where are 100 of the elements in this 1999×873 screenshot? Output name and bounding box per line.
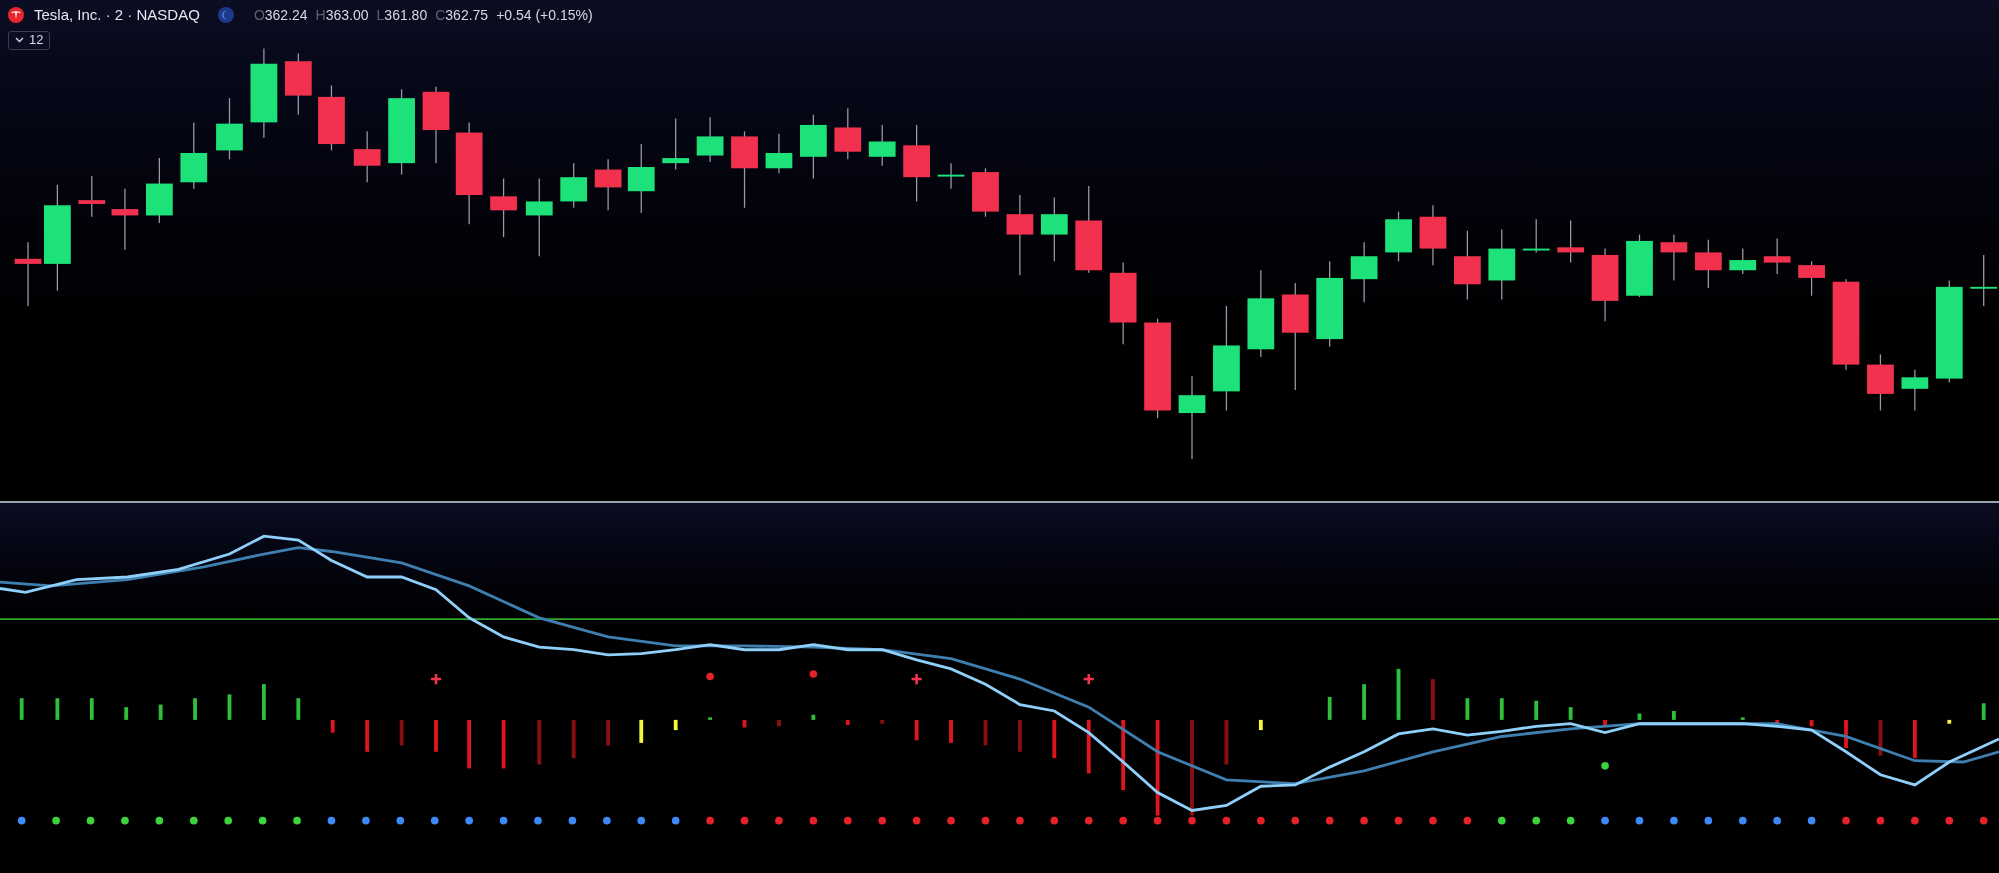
symbol-title: Tesla, Inc. · 2 · NASDAQ	[34, 5, 200, 25]
histogram-bar	[571, 719, 576, 759]
histogram-bar	[1018, 719, 1022, 752]
candlestick	[972, 167, 999, 218]
signal-dot	[121, 816, 129, 825]
signal-dot	[1119, 816, 1127, 825]
signal-dot	[499, 816, 508, 825]
signal-dot	[1257, 816, 1265, 825]
histogram-bar	[330, 719, 335, 733]
histogram-bar	[914, 719, 919, 741]
candlestick	[800, 114, 827, 180]
moon-icon[interactable]	[217, 7, 234, 24]
signal-dot	[1601, 816, 1609, 825]
candlestick	[1694, 239, 1722, 289]
plus-marker	[1082, 672, 1096, 686]
interval-dropdown[interactable]: 12	[8, 30, 51, 50]
histogram-bar	[1568, 707, 1573, 720]
signal-dot	[293, 816, 301, 825]
signal-dot	[775, 816, 783, 825]
signal-dot	[947, 816, 955, 825]
candlestick	[1763, 237, 1791, 275]
histogram-bar	[227, 694, 232, 720]
signal-dot	[1635, 816, 1644, 825]
ohlc-value: C362.75	[435, 5, 489, 25]
histogram-bar	[1431, 679, 1435, 720]
ohlc-value: L361.80	[376, 5, 428, 25]
histogram-bar	[537, 719, 542, 765]
histogram-bar	[1465, 698, 1470, 720]
histogram-bar	[262, 684, 266, 720]
signal-dot	[1429, 816, 1437, 825]
histogram-bar	[1258, 719, 1263, 731]
signal-dot	[86, 816, 95, 825]
histogram-bar	[1878, 719, 1883, 756]
candlestick	[560, 162, 588, 209]
signal-dot	[1979, 816, 1988, 825]
histogram-bar	[1637, 713, 1642, 720]
candlestick	[1350, 241, 1378, 303]
histogram-bar	[1327, 696, 1332, 720]
histogram-bar	[467, 719, 472, 769]
signal-dot	[1773, 816, 1781, 825]
signal-dot	[843, 816, 852, 825]
histogram-bar	[673, 719, 678, 731]
candlestick	[1557, 219, 1585, 264]
candlestick	[111, 188, 139, 251]
signal-dot	[1876, 816, 1885, 825]
histogram-bar	[845, 719, 850, 725]
candlestick	[662, 117, 690, 171]
signal-dot	[52, 816, 60, 825]
candlestick	[1729, 247, 1757, 275]
histogram-bar	[1947, 719, 1952, 724]
signal-dot	[603, 816, 611, 825]
histogram-bar	[1362, 684, 1367, 720]
signal-dot	[809, 816, 818, 825]
histogram-bar	[124, 707, 129, 720]
histogram-bar	[1052, 719, 1057, 759]
histogram-bar	[1534, 700, 1539, 720]
signal-dot	[465, 816, 473, 825]
plus-marker	[910, 672, 923, 686]
signal-dot	[1291, 816, 1300, 825]
signal-dot	[878, 816, 887, 825]
histogram-bar	[1672, 710, 1676, 720]
dot-marker	[1601, 762, 1609, 770]
price-change: +0.54 (+0.15%)	[496, 5, 593, 25]
histogram-bar	[639, 719, 644, 743]
signal-dot	[1945, 816, 1954, 825]
plus-marker	[429, 672, 443, 686]
histogram-bar	[1086, 719, 1091, 774]
histogram-bar	[501, 719, 506, 769]
histogram-bar	[606, 719, 611, 746]
histogram-bar	[1775, 719, 1780, 724]
candlestick	[1522, 218, 1550, 254]
candlestick	[937, 162, 965, 190]
signal-dot	[1911, 816, 1919, 825]
signal-dot	[1807, 816, 1816, 825]
signal-dot	[1532, 816, 1541, 825]
candlestick	[145, 157, 173, 224]
histogram-bar	[983, 719, 988, 746]
candlestick	[627, 143, 655, 214]
signal-dot	[189, 816, 198, 825]
signal-dot	[740, 816, 749, 825]
candlestick	[1626, 233, 1653, 298]
candlestick	[1660, 233, 1688, 282]
candlestick	[1454, 230, 1481, 301]
histogram-bar	[1224, 719, 1229, 765]
signal-dot	[671, 816, 680, 825]
histogram-bar	[1912, 719, 1917, 759]
signal-dot	[17, 816, 26, 825]
signal-dot	[362, 816, 370, 825]
histogram-bar	[1981, 703, 1986, 720]
histogram-bar	[193, 698, 197, 720]
candlestick	[318, 84, 345, 152]
signal-dot	[1463, 816, 1472, 825]
candlestick	[1798, 260, 1825, 297]
candlestick	[696, 116, 724, 163]
candlestick	[594, 158, 622, 211]
signal-dot	[1050, 816, 1059, 825]
signal-dot	[396, 816, 405, 825]
signal-dot	[155, 816, 164, 825]
histogram-bar	[880, 719, 885, 724]
candlestick	[1419, 204, 1447, 266]
